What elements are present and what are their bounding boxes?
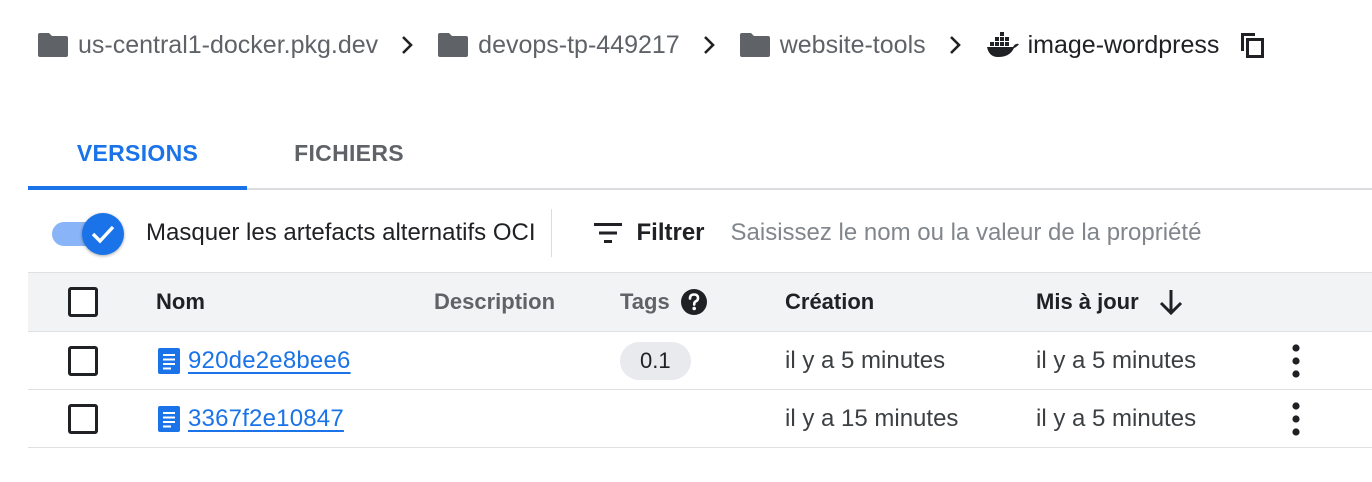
row-checkbox[interactable] — [68, 403, 98, 434]
breadcrumb-label: image-wordpress — [1027, 30, 1220, 59]
column-header-mis-a-jour[interactable]: Mis à jour — [1036, 273, 1183, 331]
breadcrumb-label: website-tools — [779, 30, 926, 59]
document-icon — [158, 347, 180, 374]
breadcrumb: us-central1-docker.pkg.dev devops-tp-449… — [38, 26, 1265, 64]
row-select-cell — [68, 332, 98, 389]
table-header: Nom Description Tags Création Mis à jour — [28, 272, 1372, 332]
row-select-cell — [68, 390, 98, 447]
filter-label: Filtrer — [636, 219, 705, 246]
row-updated-cell: il y a 5 minutes — [1036, 404, 1197, 432]
breadcrumb-item-registry[interactable]: us-central1-docker.pkg.dev — [38, 31, 378, 60]
toggle-label: Masquer les artefacts alternatifs OCI — [146, 219, 536, 246]
select-all-checkbox[interactable] — [68, 287, 98, 317]
tab-versions[interactable]: VERSIONS — [28, 118, 247, 190]
document-icon — [158, 405, 180, 432]
breadcrumb-item-repository[interactable]: website-tools — [739, 30, 926, 60]
checkmark-icon — [91, 225, 115, 244]
row-creation-cell: il y a 15 minutes — [785, 404, 959, 432]
breadcrumb-label: us-central1-docker.pkg.dev — [78, 30, 379, 59]
arrow-down-icon[interactable] — [1159, 289, 1183, 315]
column-header-mis-a-jour-label: Mis à jour — [1036, 289, 1139, 314]
copy-icon[interactable] — [1239, 31, 1265, 59]
breadcrumb-label: devops-tp-449217 — [478, 30, 680, 59]
row-name-cell: 3367f2e10847 — [156, 390, 344, 447]
table-row: 3367f2e10847 il y a 15 minutes il y a 5 … — [28, 390, 1372, 448]
row-checkbox[interactable] — [68, 345, 98, 376]
column-header-nom[interactable]: Nom — [156, 273, 205, 331]
folder-icon — [739, 33, 770, 57]
help-icon[interactable] — [680, 288, 708, 316]
row-creation-cell: il y a 5 minutes — [785, 346, 946, 374]
filter-icon — [594, 223, 623, 243]
more-vert-icon — [1292, 401, 1300, 436]
version-link[interactable]: 920de2e8bee6 — [188, 347, 351, 375]
tab-bar: VERSIONS FICHIERS — [28, 118, 1372, 190]
toggle-knob — [82, 213, 124, 255]
column-header-tags: Tags — [620, 273, 708, 331]
version-link[interactable]: 3367f2e10847 — [188, 405, 344, 433]
row-tags-cell: 0.1 — [620, 332, 691, 389]
more-vert-icon — [1292, 343, 1300, 378]
hide-oci-artifacts-toggle[interactable] — [50, 213, 130, 255]
filter-input[interactable] — [730, 213, 1291, 253]
row-more-menu[interactable] — [1278, 332, 1314, 389]
chevron-right-icon — [949, 36, 961, 54]
column-header-creation[interactable]: Création — [785, 273, 874, 331]
divider — [551, 209, 553, 257]
row-updated-cell: il y a 5 minutes — [1036, 346, 1197, 374]
tab-fichiers[interactable]: FICHIERS — [247, 118, 451, 188]
breadcrumb-item-project[interactable]: devops-tp-449217 — [438, 31, 680, 60]
chevron-right-icon — [402, 36, 414, 54]
column-header-tags-label: Tags — [620, 289, 670, 314]
row-more-menu[interactable] — [1278, 390, 1314, 447]
chevron-right-icon — [703, 36, 715, 54]
table-row: 920de2e8bee6 0.1 il y a 5 minutes il y a… — [28, 332, 1372, 390]
tag-chip[interactable]: 0.1 — [620, 341, 691, 380]
breadcrumb-item-image: image-wordpress — [986, 30, 1220, 60]
folder-icon — [38, 33, 68, 57]
versions-table: Nom Description Tags Création Mis à jour — [28, 272, 1372, 448]
filter-bar: Masquer les artefacts alternatifs OCI Fi… — [28, 194, 1372, 272]
folder-icon — [438, 33, 469, 57]
docker-icon — [986, 32, 1019, 57]
column-header-description: Description — [434, 289, 556, 314]
row-name-cell: 920de2e8bee6 — [156, 332, 351, 389]
select-all-cell — [68, 273, 98, 331]
